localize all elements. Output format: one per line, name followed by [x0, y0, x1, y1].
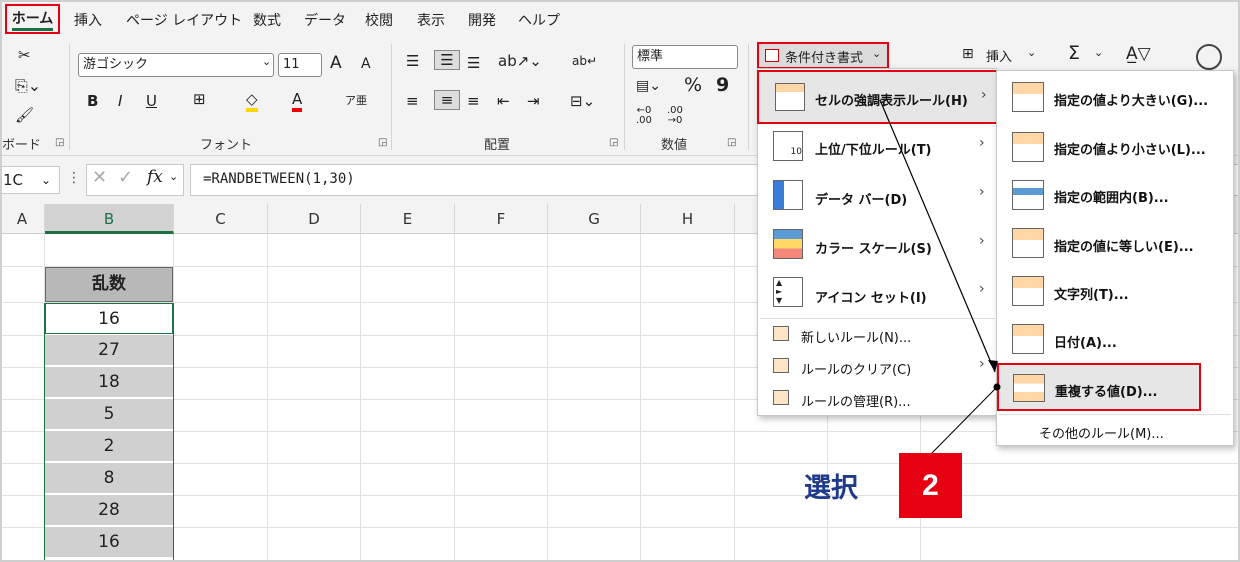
callout-line — [929, 386, 998, 456]
annotation-arrows — [879, 99, 1001, 456]
annotation-label: 選択 — [804, 473, 858, 504]
arrow-head — [988, 360, 998, 372]
step-badge: 2 — [899, 453, 962, 518]
arrow-line — [879, 99, 996, 373]
